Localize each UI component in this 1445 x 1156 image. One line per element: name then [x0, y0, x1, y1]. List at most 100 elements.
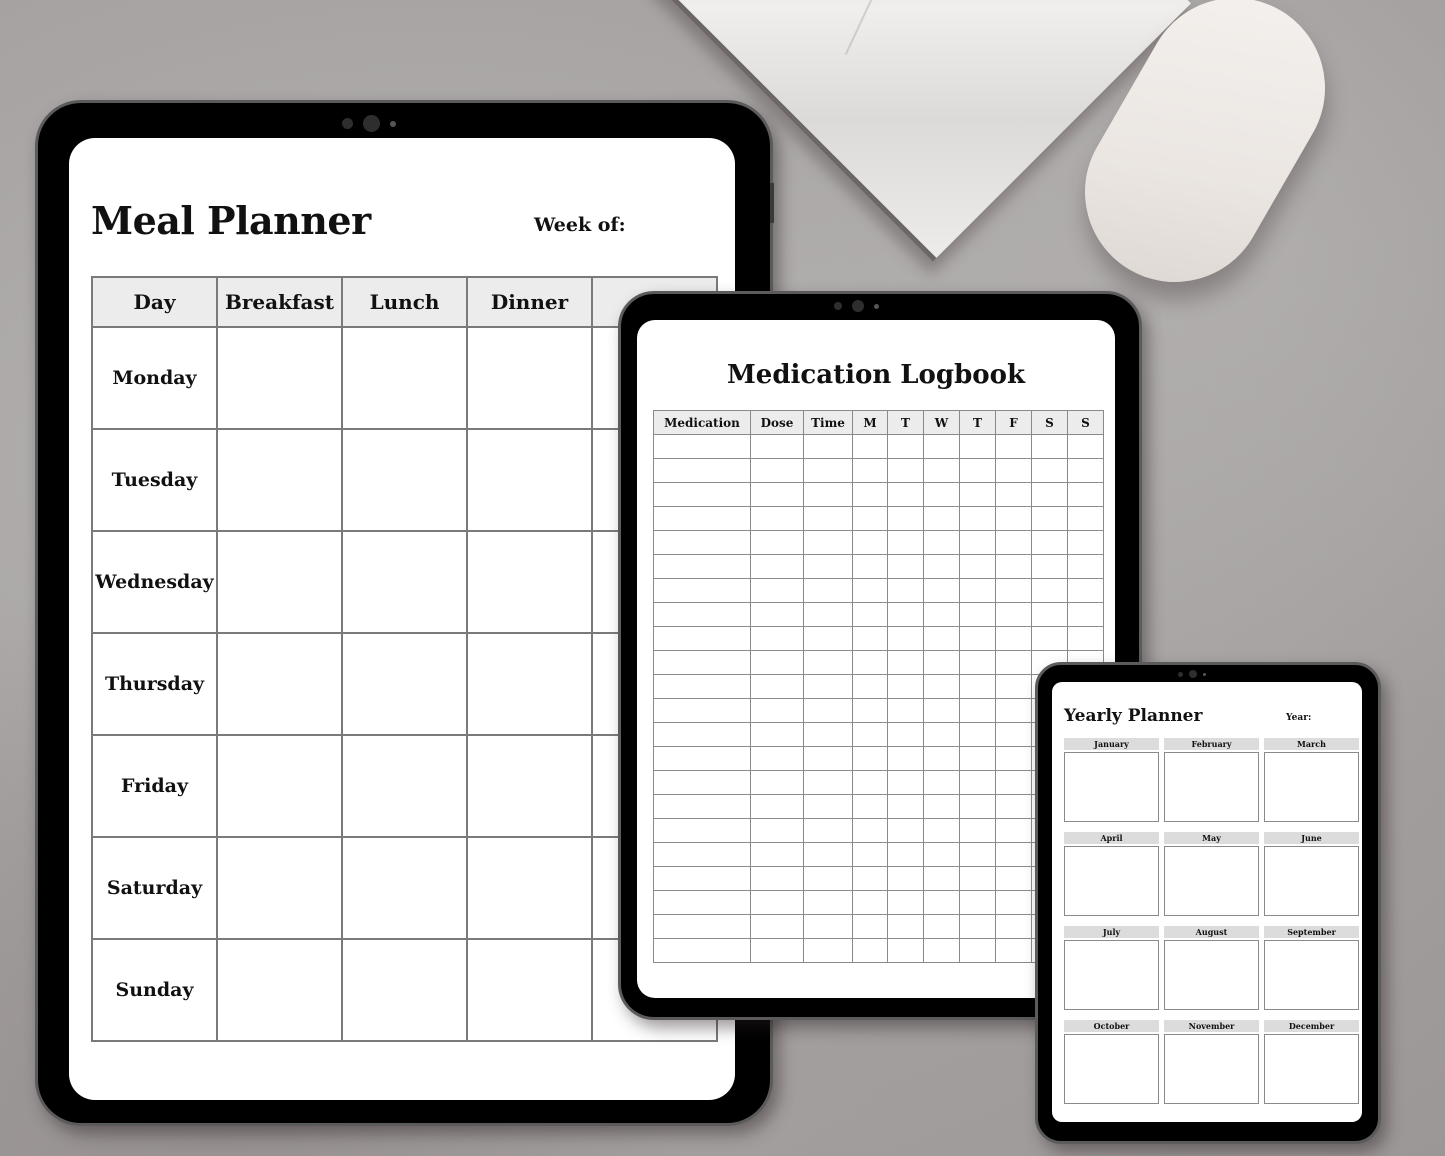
- log-cell[interactable]: [887, 746, 924, 771]
- meal-cell[interactable]: [466, 326, 593, 430]
- log-cell[interactable]: [803, 458, 853, 483]
- log-cell[interactable]: [852, 938, 888, 963]
- log-cell[interactable]: [750, 914, 804, 939]
- log-cell[interactable]: [923, 938, 960, 963]
- log-cell[interactable]: [750, 938, 804, 963]
- month-notes-box[interactable]: [1164, 940, 1259, 1010]
- log-cell[interactable]: [803, 938, 853, 963]
- log-cell[interactable]: [852, 698, 888, 723]
- log-cell[interactable]: [887, 602, 924, 627]
- log-cell[interactable]: [959, 602, 996, 627]
- log-cell[interactable]: [803, 842, 853, 867]
- log-cell[interactable]: [1031, 530, 1068, 555]
- log-cell[interactable]: [959, 626, 996, 651]
- log-cell[interactable]: [653, 866, 751, 891]
- log-cell[interactable]: [852, 842, 888, 867]
- log-cell[interactable]: [1067, 482, 1104, 507]
- meal-cell[interactable]: [216, 530, 343, 634]
- log-cell[interactable]: [923, 458, 960, 483]
- log-cell[interactable]: [653, 434, 751, 459]
- log-cell[interactable]: [653, 602, 751, 627]
- log-cell[interactable]: [750, 554, 804, 579]
- log-cell[interactable]: [1067, 458, 1104, 483]
- log-cell[interactable]: [750, 698, 804, 723]
- log-cell[interactable]: [653, 818, 751, 843]
- log-cell[interactable]: [995, 890, 1032, 915]
- log-cell[interactable]: [887, 530, 924, 555]
- meal-cell[interactable]: [341, 326, 468, 430]
- log-cell[interactable]: [923, 650, 960, 675]
- log-cell[interactable]: [750, 506, 804, 531]
- log-cell[interactable]: [750, 770, 804, 795]
- log-cell[interactable]: [887, 434, 924, 459]
- log-cell[interactable]: [852, 602, 888, 627]
- log-cell[interactable]: [852, 722, 888, 747]
- log-cell[interactable]: [923, 506, 960, 531]
- log-cell[interactable]: [887, 914, 924, 939]
- log-cell[interactable]: [803, 914, 853, 939]
- log-cell[interactable]: [923, 530, 960, 555]
- log-cell[interactable]: [887, 578, 924, 603]
- log-cell[interactable]: [803, 434, 853, 459]
- log-cell[interactable]: [750, 722, 804, 747]
- month-notes-box[interactable]: [1264, 846, 1359, 916]
- log-cell[interactable]: [653, 482, 751, 507]
- log-cell[interactable]: [995, 458, 1032, 483]
- log-cell[interactable]: [803, 554, 853, 579]
- log-cell[interactable]: [887, 482, 924, 507]
- log-cell[interactable]: [887, 626, 924, 651]
- meal-cell[interactable]: [341, 530, 468, 634]
- log-cell[interactable]: [995, 554, 1032, 579]
- log-cell[interactable]: [923, 842, 960, 867]
- log-cell[interactable]: [750, 482, 804, 507]
- log-cell[interactable]: [923, 794, 960, 819]
- log-cell[interactable]: [995, 650, 1032, 675]
- meal-cell[interactable]: [216, 326, 343, 430]
- log-cell[interactable]: [923, 674, 960, 699]
- log-cell[interactable]: [995, 626, 1032, 651]
- log-cell[interactable]: [887, 794, 924, 819]
- log-cell[interactable]: [803, 578, 853, 603]
- log-cell[interactable]: [923, 914, 960, 939]
- log-cell[interactable]: [852, 866, 888, 891]
- log-cell[interactable]: [653, 530, 751, 555]
- log-cell[interactable]: [995, 914, 1032, 939]
- log-cell[interactable]: [1031, 554, 1068, 579]
- log-cell[interactable]: [750, 866, 804, 891]
- log-cell[interactable]: [653, 770, 751, 795]
- log-cell[interactable]: [653, 842, 751, 867]
- log-cell[interactable]: [995, 530, 1032, 555]
- log-cell[interactable]: [887, 890, 924, 915]
- log-cell[interactable]: [852, 794, 888, 819]
- log-cell[interactable]: [995, 602, 1032, 627]
- meal-cell[interactable]: [466, 428, 593, 532]
- log-cell[interactable]: [887, 506, 924, 531]
- log-cell[interactable]: [750, 458, 804, 483]
- log-cell[interactable]: [750, 794, 804, 819]
- log-cell[interactable]: [887, 866, 924, 891]
- log-cell[interactable]: [750, 746, 804, 771]
- log-cell[interactable]: [803, 770, 853, 795]
- log-cell[interactable]: [995, 818, 1032, 843]
- log-cell[interactable]: [995, 506, 1032, 531]
- log-cell[interactable]: [803, 890, 853, 915]
- month-notes-box[interactable]: [1064, 752, 1159, 822]
- log-cell[interactable]: [1067, 578, 1104, 603]
- meal-cell[interactable]: [341, 938, 468, 1042]
- log-cell[interactable]: [923, 554, 960, 579]
- log-cell[interactable]: [887, 554, 924, 579]
- log-cell[interactable]: [852, 626, 888, 651]
- log-cell[interactable]: [852, 458, 888, 483]
- log-cell[interactable]: [923, 746, 960, 771]
- log-cell[interactable]: [959, 506, 996, 531]
- log-cell[interactable]: [750, 434, 804, 459]
- log-cell[interactable]: [959, 482, 996, 507]
- log-cell[interactable]: [852, 530, 888, 555]
- month-notes-box[interactable]: [1164, 752, 1259, 822]
- log-cell[interactable]: [959, 842, 996, 867]
- meal-cell[interactable]: [216, 734, 343, 838]
- log-cell[interactable]: [1031, 602, 1068, 627]
- meal-cell[interactable]: [341, 428, 468, 532]
- log-cell[interactable]: [959, 554, 996, 579]
- log-cell[interactable]: [887, 938, 924, 963]
